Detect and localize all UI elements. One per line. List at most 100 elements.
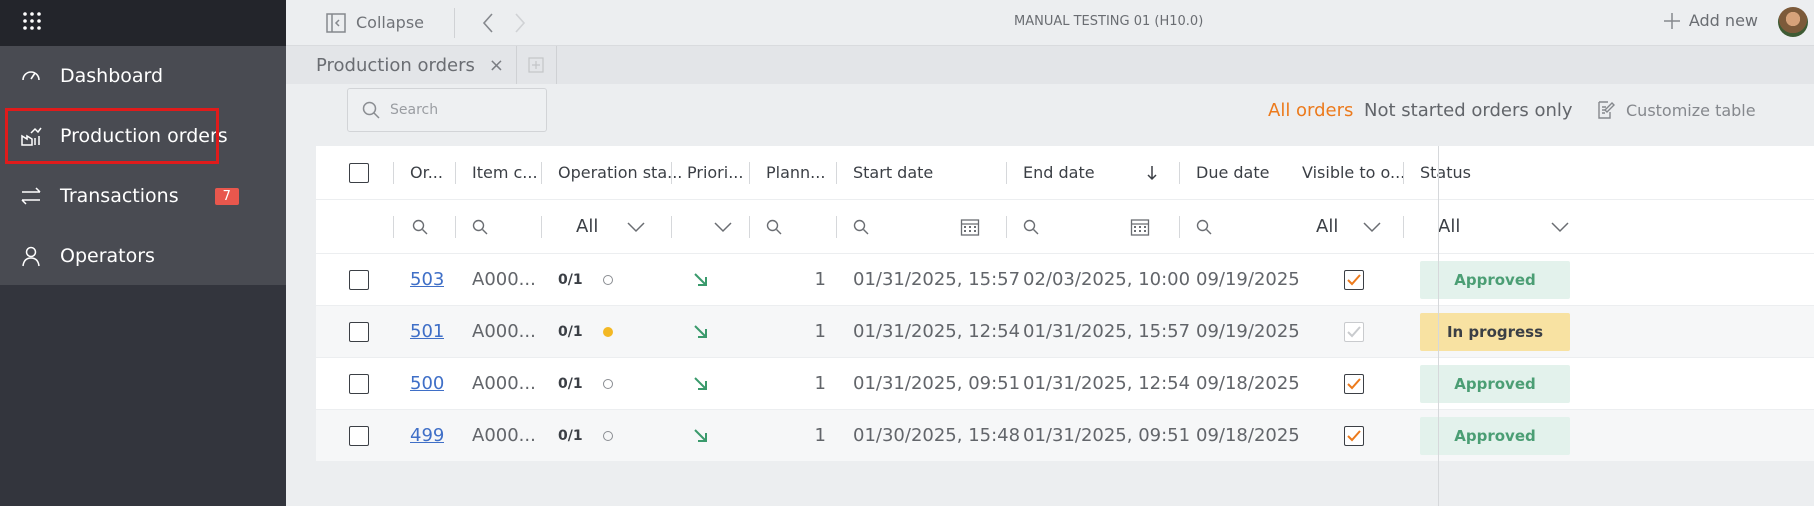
tab-label: Production orders: [316, 54, 475, 76]
app-title: MANUAL TESTING 01 (H10.0): [1014, 14, 1204, 29]
row-checkbox[interactable]: [349, 269, 369, 290]
tab-production-orders[interactable]: Production orders ×: [286, 46, 517, 84]
order-link[interactable]: 499: [410, 410, 444, 461]
plus-icon: [1663, 12, 1681, 30]
table-row[interactable]: 499 A000... 0/1 1 01/30/2025, 15:48 01/3…: [316, 410, 1814, 462]
col-header-due-date[interactable]: Due date: [1196, 146, 1269, 199]
back-arrow-icon[interactable]: [481, 12, 495, 34]
priority-low-arrow-icon: [692, 410, 710, 461]
transactions-count-badge: 7: [214, 187, 239, 205]
new-tab-button[interactable]: [517, 46, 557, 84]
chevron-down-icon[interactable]: [626, 200, 646, 253]
item-code: A000...: [472, 269, 536, 290]
operation-status: 0/1: [558, 306, 613, 357]
visible-filter[interactable]: All: [1316, 200, 1338, 253]
sidebar-menu: Dashboard Production orders Transactions…: [0, 46, 286, 285]
col-header-end-date[interactable]: End date: [1023, 146, 1095, 199]
search-icon[interactable]: [412, 200, 428, 253]
visible-checkbox[interactable]: [1344, 269, 1364, 290]
sidebar-top: [0, 0, 286, 46]
column-divider: [1179, 162, 1180, 184]
column-divider: [749, 162, 750, 184]
planned-qty: 1: [814, 269, 826, 290]
start-date: 01/31/2025, 12:54: [853, 321, 1021, 342]
chevron-down-icon[interactable]: [713, 200, 733, 253]
history-nav: [454, 7, 527, 38]
col-header-visible[interactable]: Visible to o...: [1302, 146, 1405, 199]
column-divider: [671, 216, 672, 238]
table-row[interactable]: 503 A000... 0/1 1 01/31/2025, 15:57 02/0…: [316, 254, 1814, 306]
search-icon[interactable]: [766, 200, 782, 253]
add-new-button[interactable]: Add new: [1663, 11, 1758, 30]
col-header-status[interactable]: Status: [1420, 146, 1471, 199]
sidebar-highlight-box: [5, 108, 219, 164]
col-header-planned[interactable]: Plann...: [766, 146, 825, 199]
table-row[interactable]: 501 A000... 0/1 1 01/31/2025, 12:54 01/3…: [316, 306, 1814, 358]
priority-low-arrow-icon: [692, 254, 710, 305]
column-divider: [836, 216, 837, 238]
row-checkbox[interactable]: [349, 373, 369, 394]
row-checkbox[interactable]: [349, 425, 369, 446]
visible-checkbox[interactable]: [1344, 425, 1364, 446]
search-icon[interactable]: [1023, 200, 1039, 253]
filter-not-started[interactable]: Not started orders only: [1364, 100, 1573, 121]
sidebar-item-label: Transactions: [60, 185, 179, 207]
sidebar-item-dashboard[interactable]: Dashboard: [0, 46, 286, 106]
table-filter-row: All All All: [316, 200, 1814, 254]
due-date: 09/19/2025: [1196, 321, 1300, 342]
search-input[interactable]: Search: [347, 88, 547, 132]
filter-all-orders[interactable]: All orders: [1268, 100, 1353, 121]
visible-checkbox[interactable]: [1344, 321, 1364, 342]
customize-table-button[interactable]: Customize table: [1596, 100, 1756, 120]
start-date: 01/31/2025, 09:51: [853, 373, 1021, 394]
status-dot-empty-icon: [602, 430, 613, 441]
search-icon[interactable]: [853, 200, 869, 253]
calendar-icon[interactable]: [1130, 200, 1150, 253]
status-badge: Approved: [1420, 364, 1570, 403]
avatar[interactable]: [1778, 7, 1808, 37]
col-header-item[interactable]: Item c...: [472, 146, 538, 199]
search-icon[interactable]: [472, 200, 488, 253]
column-divider: [671, 162, 672, 184]
collapse-button[interactable]: Collapse: [326, 12, 424, 33]
forward-arrow-icon[interactable]: [513, 12, 527, 34]
due-date: 09/18/2025: [1196, 425, 1300, 446]
transfer-arrows-icon: [20, 185, 42, 207]
sidebar-item-transactions[interactable]: Transactions 7: [0, 166, 286, 226]
close-icon[interactable]: ×: [489, 55, 504, 76]
add-tab-icon: [528, 57, 545, 73]
start-date: 01/30/2025, 15:48: [853, 425, 1021, 446]
col-header-operation-status[interactable]: Operation sta...: [558, 146, 682, 199]
chevron-down-icon[interactable]: [1550, 200, 1570, 253]
operation-status: 0/1: [558, 254, 613, 305]
sidebar-item-operators[interactable]: Operators: [0, 226, 286, 286]
col-header-priority[interactable]: Priori...: [687, 146, 743, 199]
status-filter[interactable]: All: [1438, 200, 1460, 253]
table-row[interactable]: 500 A000... 0/1 1 01/31/2025, 09:51 01/3…: [316, 358, 1814, 410]
row-checkbox[interactable]: [349, 321, 369, 342]
column-divider: [393, 216, 394, 238]
order-link[interactable]: 501: [410, 306, 444, 357]
item-code: A000...: [472, 321, 536, 342]
order-link[interactable]: 503: [410, 254, 444, 305]
app-grid-icon[interactable]: [22, 11, 42, 35]
end-date: 01/31/2025, 09:51: [1023, 425, 1191, 446]
search-icon[interactable]: [1196, 200, 1212, 253]
calendar-icon[interactable]: [960, 200, 980, 253]
col-header-order[interactable]: Or...: [410, 146, 443, 199]
checkbox[interactable]: [349, 162, 369, 183]
chevron-down-icon[interactable]: [1362, 200, 1382, 253]
col-header-start-date[interactable]: Start date: [853, 146, 933, 199]
visible-checkbox[interactable]: [1344, 373, 1364, 394]
sort-desc-icon[interactable]: [1146, 146, 1158, 199]
order-link[interactable]: 500: [410, 358, 444, 409]
sidebar-item-label: Operators: [60, 245, 155, 267]
table-header-row: Or... Item c... Operation sta... Priori.…: [316, 146, 1814, 200]
select-all-checkbox[interactable]: [349, 146, 369, 199]
operation-count: 0/1: [558, 323, 583, 340]
operation-status-filter[interactable]: All: [576, 200, 598, 253]
operation-status: 0/1: [558, 358, 613, 409]
column-divider: [1403, 216, 1404, 238]
planned-qty: 1: [814, 321, 826, 342]
priority-low-arrow-icon: [692, 306, 710, 357]
